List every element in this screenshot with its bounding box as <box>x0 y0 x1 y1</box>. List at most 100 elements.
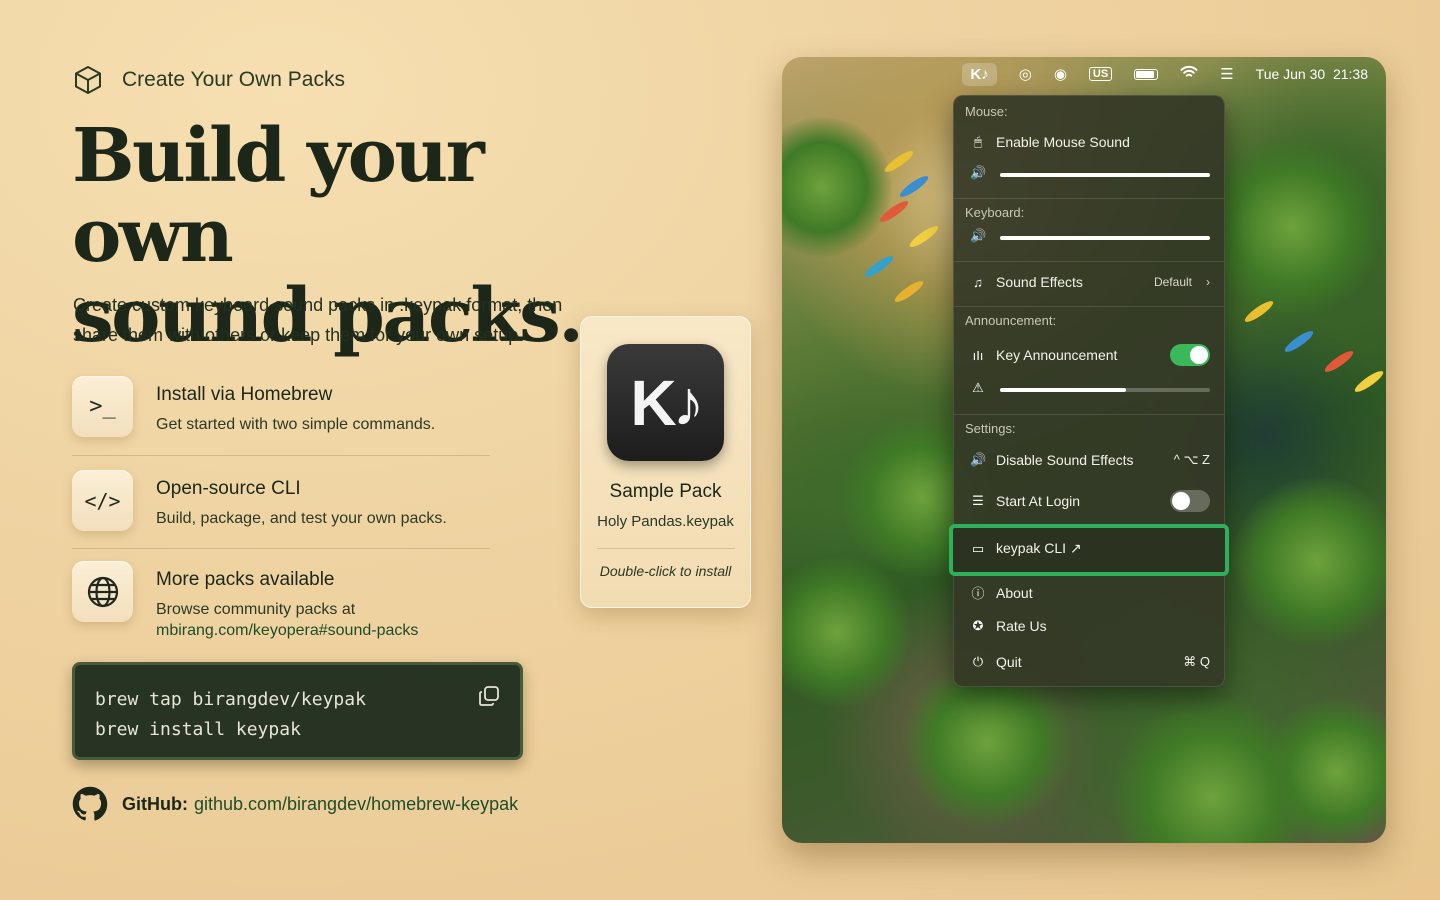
cube-icon <box>75 66 101 94</box>
input-source-indicator[interactable]: US <box>1088 67 1113 81</box>
community-packs-link[interactable]: mbirang.com/keyopera#sound-packs <box>156 620 418 641</box>
headline-line-1: Build your own <box>72 113 485 279</box>
key-announcement-toggle[interactable] <box>1170 344 1210 366</box>
wifi-icon[interactable] <box>1180 65 1198 83</box>
wallpaper-boat <box>1322 348 1356 375</box>
menu-item-disable-sound-effects[interactable]: 🔊 Disable Sound Effects ^ ⌥ Z <box>970 452 1210 468</box>
wallpaper-boat <box>907 223 941 250</box>
info-icon: ⓘ <box>971 586 985 601</box>
code-line-1: brew tap birangdev/keypak <box>95 689 366 710</box>
chevron-right-icon: › <box>1206 275 1210 289</box>
menu-item-keypak-cli[interactable]: ▭ keypak CLI ↗ <box>970 540 1210 557</box>
terminal-icon: >_ <box>72 376 133 437</box>
menu-item-quit[interactable]: ⏻ Quit ⌘ Q <box>970 654 1210 670</box>
list-icon: ☰ <box>972 493 984 508</box>
wallpaper-boat <box>1282 328 1316 355</box>
toggle-knob <box>1190 346 1208 364</box>
mouse-icon: 🖱 <box>974 134 982 149</box>
waveform-icon: ıIı <box>972 347 984 363</box>
menu-separator <box>954 198 1224 199</box>
wallpaper-boat <box>897 173 931 200</box>
divider <box>72 548 490 549</box>
wallpaper-boat <box>1352 368 1386 395</box>
music-note-icon: ♫ <box>973 274 983 290</box>
start-at-login-toggle[interactable] <box>1170 490 1210 512</box>
keypak-app-icon: K♪ <box>607 344 724 461</box>
wallpaper-boat <box>862 253 896 280</box>
install-code-block[interactable]: brew tap birangdev/keypak brew install k… <box>72 662 523 760</box>
shortcut-label: ⌘ Q <box>1183 654 1210 669</box>
feature-desc-text: Browse community packs at <box>156 601 356 618</box>
wallpaper-palm <box>1202 137 1382 317</box>
menu-item-label: About <box>996 584 1033 601</box>
battery-icon[interactable] <box>1134 68 1159 80</box>
person-voice-icon: ⚠ <box>972 380 984 395</box>
menubar-clock[interactable]: Tue Jun 30 21:38 <box>1256 66 1368 82</box>
copy-icon[interactable] <box>478 685 500 707</box>
announcement-volume-slider[interactable] <box>1000 388 1210 392</box>
shortcut-label: ^ ⌥ Z <box>1173 452 1210 467</box>
menu-item-start-at-login[interactable]: ☰ Start At Login <box>970 490 1210 512</box>
macos-menu-bar: K♪ ◎ ◉ US ☰ Tue Jun 30 21:38 <box>782 57 1386 91</box>
sample-pack-card[interactable]: K♪ Sample Pack Holy Pandas.keypak Double… <box>580 316 751 608</box>
section-announcement: Announcement: <box>965 313 1057 328</box>
speaker-icon: 🔊 <box>970 452 987 467</box>
menu-separator <box>954 261 1224 262</box>
menu-item-enable-mouse-sound[interactable]: 🖱 Enable Mouse Sound <box>970 134 1210 150</box>
menu-item-label: Quit <box>996 654 1022 670</box>
speaker-icon: 🔊 <box>970 165 987 180</box>
code-icon: </> <box>72 470 133 531</box>
divider <box>596 548 735 549</box>
divider <box>72 455 490 456</box>
feature-desc: Browse community packs at mbirang.com/ke… <box>156 599 418 641</box>
keyboard-volume-slider[interactable] <box>1000 236 1210 240</box>
record-icon[interactable]: ◉ <box>1054 65 1067 83</box>
mouse-volume-slider[interactable] <box>1000 173 1210 177</box>
menu-separator <box>954 414 1224 415</box>
github-row: GitHub: github.com/birangdev/homebrew-ke… <box>72 786 518 822</box>
control-center-icon[interactable]: ☰ <box>1220 65 1233 83</box>
speaker-icon: 🔊 <box>970 228 987 243</box>
terminal-icon: ▭ <box>971 540 985 556</box>
menu-item-label: Rate Us <box>996 618 1047 634</box>
desktop-screenshot: K♪ ◎ ◉ US ☰ Tue Jun 30 21:38 Mouse: 🖱 En… <box>782 57 1386 843</box>
github-link[interactable]: github.com/birangdev/homebrew-keypak <box>194 794 518 815</box>
github-icon <box>72 786 108 821</box>
feature-title: Install via Homebrew <box>156 384 333 405</box>
feature-more-packs: More packs available Browse community pa… <box>72 561 492 641</box>
menu-item-key-announcement[interactable]: ıIı Key Announcement <box>970 344 1210 366</box>
slider-fill <box>1000 173 1210 177</box>
feature-desc: Build, package, and test your own packs. <box>156 510 447 527</box>
lead-paragraph: Create custom keyboard sound packs in .k… <box>73 295 563 345</box>
wallpaper-boat <box>892 278 926 305</box>
pack-filename: Holy Pandas.keypak <box>597 513 734 530</box>
pack-install-hint: Double-click to install <box>599 563 732 579</box>
star-icon: ✪ <box>972 618 984 633</box>
airdrop-icon[interactable]: ◎ <box>1019 65 1032 83</box>
eyebrow: Create Your Own Packs <box>72 64 345 96</box>
pack-title: Sample Pack <box>609 481 722 502</box>
code-line-2: brew install keypak <box>95 719 301 740</box>
wallpaper-palm <box>1262 697 1386 843</box>
menu-item-rate-us[interactable]: ✪ Rate Us <box>970 618 1210 634</box>
feature-title: More packs available <box>156 569 335 590</box>
keypak-menubar-item[interactable]: K♪ <box>962 62 997 86</box>
menu-item-about[interactable]: ⓘ About <box>970 583 1210 602</box>
menu-item-label: Enable Mouse Sound <box>996 134 1130 150</box>
section-mouse: Mouse: <box>965 104 1008 119</box>
feature-desc: Get started with two simple commands. <box>156 416 436 433</box>
menu-item-sound-effects[interactable]: ♫ Sound Effects Default › <box>970 274 1210 290</box>
feature-homebrew: >_ Install via Homebrew Get started with… <box>72 376 492 437</box>
wallpaper-palm <box>782 557 912 707</box>
wallpaper-palm <box>782 117 892 257</box>
wallpaper-palm <box>1232 477 1386 647</box>
feature-cli: </> Open-source CLI Build, package, and … <box>72 470 492 531</box>
slider-fill <box>1000 236 1210 240</box>
keypak-menu: Mouse: 🖱 Enable Mouse Sound 🔊 Keyboard: … <box>949 95 1229 687</box>
menu-item-label: Disable Sound Effects <box>996 452 1134 468</box>
slider-fill <box>1000 388 1126 392</box>
power-icon: ⏻ <box>972 654 984 669</box>
menu-item-label: Key Announcement <box>996 347 1118 363</box>
menu-item-label: keypak CLI ↗ <box>996 540 1082 556</box>
section-settings: Settings: <box>965 421 1016 436</box>
